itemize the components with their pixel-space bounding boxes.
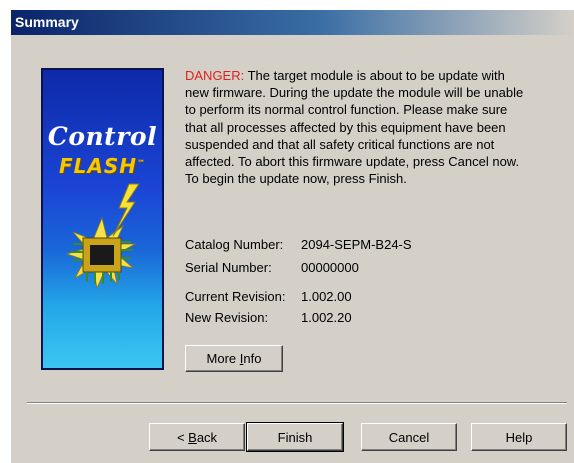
back-accelerator: B xyxy=(188,429,197,445)
danger-message: DANGER: The target module is about to be… xyxy=(185,67,525,187)
logo-flash-text: FLASH™ xyxy=(43,154,162,178)
finish-label: Finish xyxy=(277,429,313,445)
help-label: Help xyxy=(505,429,533,445)
controlflash-logo: Control FLASH™ xyxy=(41,68,164,370)
new-revision-value: 1.002.20 xyxy=(301,310,352,325)
back-label: < Back xyxy=(177,430,217,445)
danger-body: The target module is about to be update … xyxy=(185,68,524,187)
window-title: Summary xyxy=(15,14,79,30)
current-revision-label: Current Revision: xyxy=(185,289,286,304)
catalog-number-label: Catalog Number: xyxy=(185,237,284,252)
danger-label: DANGER: xyxy=(185,68,245,83)
title-bar: Summary xyxy=(11,10,574,35)
more-info-label: More Info xyxy=(207,351,262,366)
back-text-post: ack xyxy=(196,429,218,445)
serial-number-label: Serial Number: xyxy=(185,260,272,275)
logo-control-text: Control xyxy=(47,122,158,151)
logo-trademark: ™ xyxy=(137,158,147,168)
catalog-number-value: 2094-SEPM-B24-S xyxy=(301,237,412,252)
chip-lightning-icon xyxy=(65,183,140,290)
serial-number-value: 00000000 xyxy=(301,260,359,275)
summary-dialog: Summary Control FLASH™ DANGER: The targe… xyxy=(10,9,574,463)
more-info-text-pre: More xyxy=(206,351,240,366)
new-revision-label: New Revision: xyxy=(185,310,269,325)
back-button[interactable]: < Back xyxy=(149,423,245,451)
more-info-text-post: nfo xyxy=(243,351,262,366)
footer-separator xyxy=(27,402,567,404)
cancel-button[interactable]: Cancel xyxy=(361,423,457,451)
help-button[interactable]: Help xyxy=(471,423,567,451)
current-revision-value: 1.002.00 xyxy=(301,289,352,304)
logo-flash-word: FLASH xyxy=(58,154,138,178)
back-text-pre: < xyxy=(176,429,189,445)
more-info-button[interactable]: More Info xyxy=(185,345,283,372)
finish-button[interactable]: Finish xyxy=(246,422,344,452)
cancel-label: Cancel xyxy=(388,429,430,445)
